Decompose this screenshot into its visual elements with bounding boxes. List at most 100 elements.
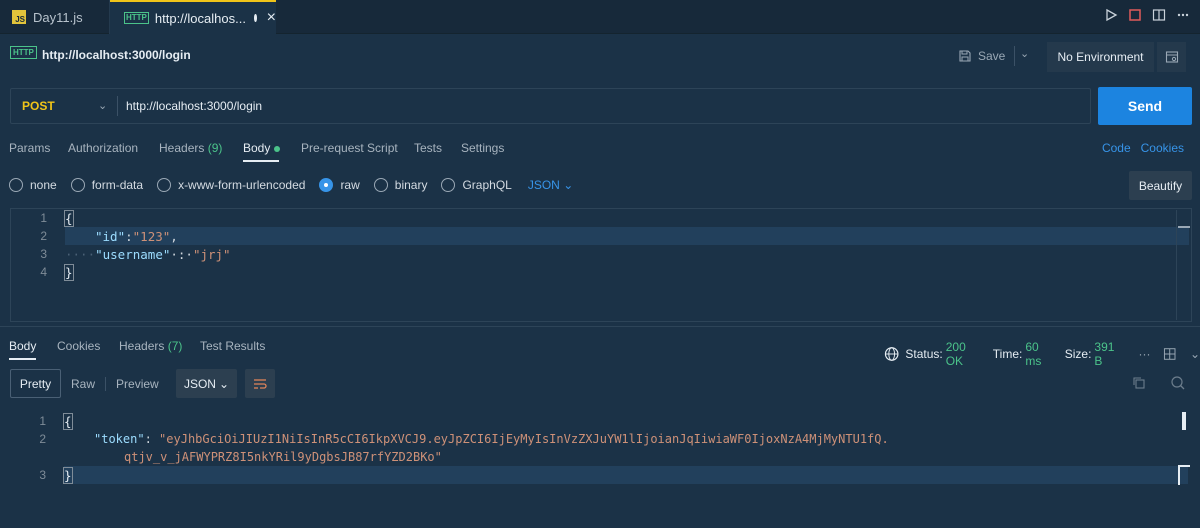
- response-format-selector[interactable]: JSON ⌄: [176, 369, 237, 398]
- save-label: Save: [978, 49, 1006, 63]
- stop-icon[interactable]: [1128, 8, 1142, 22]
- size-value: 391 B: [1094, 340, 1115, 368]
- code-line-token: "token": "eyJhbGciOiJIUzI1NiIsInR5cCI6Ik…: [94, 432, 889, 446]
- radio-circle-icon: [373, 178, 388, 192]
- tab-label: http://localhos...: [154, 10, 246, 26]
- tab-settings[interactable]: Settings: [461, 141, 504, 155]
- headers-count: (9): [207, 141, 223, 155]
- radio-form-data[interactable]: form-data: [70, 178, 144, 192]
- response-body-viewer[interactable]: 1 2 3 { "token": "eyJhbGciOiJIUzI1NiIsIn…: [10, 408, 1192, 518]
- response-tab-body[interactable]: Body: [9, 339, 36, 353]
- editor-actions: [1104, 8, 1190, 22]
- response-tab-cookies[interactable]: Cookies: [57, 339, 100, 353]
- code-line-id: "id":"123",: [95, 229, 178, 244]
- run-icon[interactable]: [1104, 8, 1118, 22]
- method-selector[interactable]: POST: [22, 99, 55, 113]
- radio-label: none: [30, 178, 57, 192]
- tab-headers[interactable]: Headers (9): [159, 141, 222, 155]
- tab-label: Headers: [119, 339, 165, 353]
- format-label: JSON: [527, 178, 560, 192]
- preview-button[interactable]: Preview: [106, 377, 169, 391]
- radio-binary[interactable]: binary: [373, 178, 428, 192]
- headers-count: (7): [167, 339, 183, 353]
- tab-authorization[interactable]: Authorization: [68, 141, 138, 155]
- chevron-down-icon[interactable]: ⌄: [98, 99, 107, 112]
- close-icon[interactable]: ×: [267, 9, 276, 27]
- time-value: 60 ms: [1025, 340, 1042, 368]
- tab-label: Day11.js: [33, 9, 83, 25]
- more-icon[interactable]: [1176, 8, 1190, 22]
- chevron-down-icon[interactable]: ⌄: [1190, 347, 1200, 361]
- response-view-options: Pretty Raw Preview: [10, 369, 169, 398]
- radio-raw[interactable]: raw: [319, 178, 360, 192]
- request-title: http://localhost:3000/login: [42, 48, 191, 62]
- chevron-down-icon: ⌄: [563, 178, 574, 192]
- tab-body[interactable]: Body: [243, 141, 281, 155]
- code-brace: {: [64, 210, 74, 227]
- wrap-lines-button[interactable]: [245, 369, 275, 398]
- chevron-down-icon: ⌄: [218, 376, 230, 391]
- pretty-button[interactable]: Pretty: [10, 369, 61, 398]
- radio-circle-icon: [157, 178, 172, 192]
- environment-icon: [1165, 51, 1178, 63]
- divider: [117, 96, 118, 116]
- save-button[interactable]: Save: [958, 46, 1005, 66]
- more-icon[interactable]: ···: [1139, 347, 1151, 361]
- current-line-highlight: [64, 466, 1188, 484]
- scrollbar-marker: [1178, 226, 1190, 228]
- code-brace: }: [63, 467, 73, 484]
- environment-selector[interactable]: No Environment: [1047, 42, 1154, 72]
- code-line-token-wrap: qtjv_v_jAFWYPRZ8I5nkYRil9yDgbsJB87rfYZD2…: [124, 450, 442, 464]
- environment-settings-button[interactable]: [1156, 42, 1186, 72]
- active-tab-underline: [243, 160, 279, 162]
- copy-icon[interactable]: [1132, 376, 1146, 390]
- split-editor-icon[interactable]: [1152, 8, 1166, 22]
- response-tab-test-results[interactable]: Test Results: [200, 339, 265, 353]
- radio-graphql[interactable]: GraphQL: [441, 178, 512, 192]
- line-number: 3: [39, 468, 46, 482]
- request-title-bar: HTTP http://localhost:3000/login Save ⌄ …: [0, 36, 1200, 76]
- request-body-editor[interactable]: 1 2 3 4 { "id":"123", ····"username"·:·"…: [10, 208, 1192, 322]
- radio-circle-icon: [441, 178, 456, 192]
- radio-none[interactable]: none: [9, 178, 57, 192]
- chevron-down-icon[interactable]: ⌄: [1020, 47, 1029, 60]
- tab-label: Body: [243, 141, 271, 155]
- raw-format-selector[interactable]: JSON ⌄: [528, 178, 573, 192]
- globe-icon[interactable]: [884, 346, 899, 362]
- radio-circle-icon: [70, 178, 85, 192]
- radio-urlencoded[interactable]: x-www-form-urlencoded: [157, 178, 305, 192]
- radio-label: x-www-form-urlencoded: [178, 178, 306, 192]
- tab-label: Headers: [159, 141, 205, 155]
- cookies-link[interactable]: Cookies: [1141, 141, 1184, 155]
- url-input[interactable]: [126, 99, 1026, 113]
- send-button[interactable]: Send: [1098, 87, 1192, 125]
- tab-tests[interactable]: Tests: [414, 141, 442, 155]
- tab-http-request[interactable]: HTTP http://localhos... ×: [110, 0, 276, 34]
- layout-icon[interactable]: [1163, 347, 1176, 361]
- radio-label: GraphQL: [462, 178, 512, 192]
- radio-circle-icon: [9, 178, 23, 192]
- code-link[interactable]: Code: [1102, 141, 1131, 155]
- editor-tab-bar: JS Day11.js HTTP http://localhos... ×: [0, 0, 1200, 34]
- tab-params[interactable]: Params: [9, 141, 50, 155]
- code-brace: }: [64, 264, 74, 281]
- line-number: 1: [40, 211, 47, 225]
- status-label: Status:: [905, 347, 943, 361]
- tab-pre-request-script[interactable]: Pre-request Script: [301, 141, 398, 155]
- response-tab-headers[interactable]: Headers (7): [119, 339, 182, 353]
- radio-label: form-data: [91, 178, 144, 192]
- body-type-selector: none form-data x-www-form-urlencoded raw…: [9, 178, 573, 192]
- radio-label: binary: [394, 178, 428, 192]
- code-cookies-links: Code Cookies: [1102, 141, 1184, 155]
- code-line-username: ····"username"·:·"jrj": [65, 247, 231, 262]
- pane-divider[interactable]: [0, 326, 1200, 327]
- tab-day11-js[interactable]: JS Day11.js: [0, 0, 110, 34]
- javascript-file-icon: JS: [12, 10, 26, 24]
- response-status-row: Status: 200 OK Time: 60 ms Size: 391 B ··· …: [884, 340, 1200, 368]
- search-icon[interactable]: [1170, 375, 1186, 391]
- line-number: 1: [39, 414, 46, 428]
- beautify-button[interactable]: Beautify: [1129, 171, 1192, 200]
- raw-button[interactable]: Raw: [61, 377, 105, 391]
- time-label: Time:: [992, 347, 1023, 361]
- scrollbar-marker: [1182, 412, 1186, 430]
